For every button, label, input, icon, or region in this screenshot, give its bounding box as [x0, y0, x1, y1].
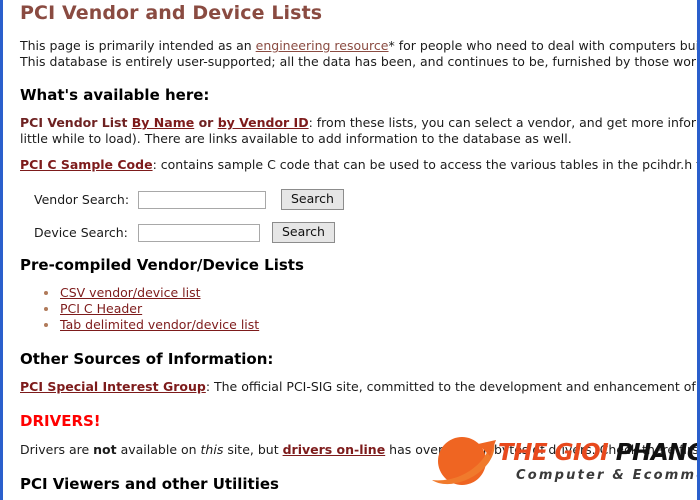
drivers-text-1: Drivers are	[20, 442, 94, 457]
drivers-text-4: has over 30 gigabytes of drivers. Check …	[389, 442, 699, 457]
drivers-paragraph: Drivers are not available on this site, …	[20, 442, 699, 458]
intro-text-after-link: * for people who need to deal with compu…	[388, 38, 700, 53]
drivers-on-line-link[interactable]: drivers on-line	[283, 442, 386, 457]
drivers-text-2: available on	[116, 442, 201, 457]
tab-delimited-list-link[interactable]: Tab delimited vendor/device list	[60, 317, 259, 332]
precompiled-links-list: CSV vendor/device list PCI C Header Tab …	[20, 285, 697, 332]
page-title: PCI Vendor and Device Lists	[20, 2, 323, 24]
drivers-bold-not: not	[93, 442, 117, 457]
pcisig-description: : The official PCI-SIG site, committed t…	[205, 378, 697, 394]
vendor-search-row: Vendor Search: Search	[20, 189, 697, 211]
intro-paragraph-line1: This page is primarily intended as an en…	[20, 38, 700, 54]
pcisig-paragraph: PCI Special Interest Group: The official…	[20, 378, 697, 395]
sample-code-paragraph: PCI C Sample Code: contains sample C cod…	[20, 157, 700, 173]
engineering-resource-link[interactable]: engineering resource	[256, 38, 389, 53]
other-sources-heading: Other Sources of Information:	[20, 349, 274, 368]
list-item: PCI C Header	[44, 301, 697, 316]
device-search-input[interactable]	[138, 223, 260, 242]
csv-vendor-device-list-link[interactable]: CSV vendor/device list	[60, 285, 201, 300]
vendor-search-button[interactable]: Search	[281, 189, 344, 210]
vendor-list-description: : from these lists, you can select a ven…	[308, 115, 697, 130]
by-vendor-id-link[interactable]: by Vendor ID	[218, 115, 309, 130]
vendor-search-input[interactable]	[138, 190, 266, 209]
device-search-row: Device Search: Search	[20, 222, 697, 244]
vendor-list-paragraph: PCI Vendor List By Name or by Vendor ID:…	[20, 115, 697, 131]
list-item: CSV vendor/device list	[44, 285, 697, 300]
pci-special-interest-group-link[interactable]: PCI Special Interest Group	[20, 379, 206, 394]
device-search-button[interactable]: Search	[272, 222, 335, 243]
vendor-list-paragraph-line2: little while to load). There are links a…	[20, 130, 572, 146]
search-forms: Vendor Search: Search Device Search: Sea…	[20, 189, 697, 244]
list-item: Tab delimited vendor/device list	[44, 317, 697, 332]
page-content: PCI Vendor and Device Lists This page is…	[6, 0, 700, 500]
precompiled-lists-heading: Pre-compiled Vendor/Device Lists	[20, 255, 304, 274]
pci-c-sample-code-link[interactable]: PCI C Sample Code	[20, 157, 153, 172]
vendor-list-label: PCI Vendor List	[20, 115, 132, 130]
drivers-text-3: site, but	[223, 442, 283, 457]
pci-viewers-heading: PCI Viewers and other Utilities	[20, 474, 279, 493]
sample-code-description: : contains sample C code that can be use…	[152, 157, 700, 172]
device-search-label: Device Search:	[34, 225, 128, 240]
intro-text-before-link: This page is primarily intended as an	[20, 38, 256, 53]
vendor-search-label: Vendor Search:	[34, 192, 130, 207]
browser-page-frame: PCI Vendor and Device Lists This page is…	[0, 0, 700, 500]
drivers-italic-this: this	[200, 442, 224, 457]
drivers-heading: DRIVERS!	[20, 412, 101, 430]
or-separator: or	[194, 115, 218, 130]
whats-available-heading: What's available here:	[20, 86, 210, 104]
intro-paragraph-line2: This database is entirely user-supported…	[20, 53, 700, 69]
by-name-link[interactable]: By Name	[132, 115, 194, 130]
pci-c-header-link[interactable]: PCI C Header	[60, 301, 142, 316]
